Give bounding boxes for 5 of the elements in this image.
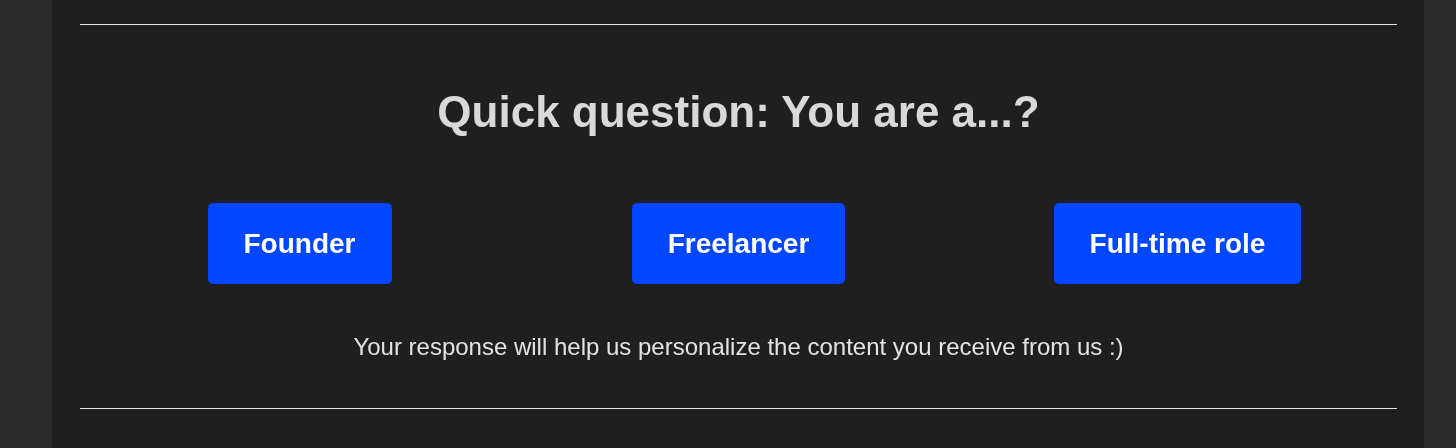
question-heading: Quick question: You are a...? (436, 86, 1041, 138)
choice-button[interactable]: Full-time role (1053, 203, 1302, 284)
explanation-text: Your response will help us personalize the content you receive from us :) (352, 332, 1125, 362)
choice-button[interactable]: Founder (207, 203, 392, 284)
choice-button[interactable]: Freelancer (631, 203, 846, 284)
